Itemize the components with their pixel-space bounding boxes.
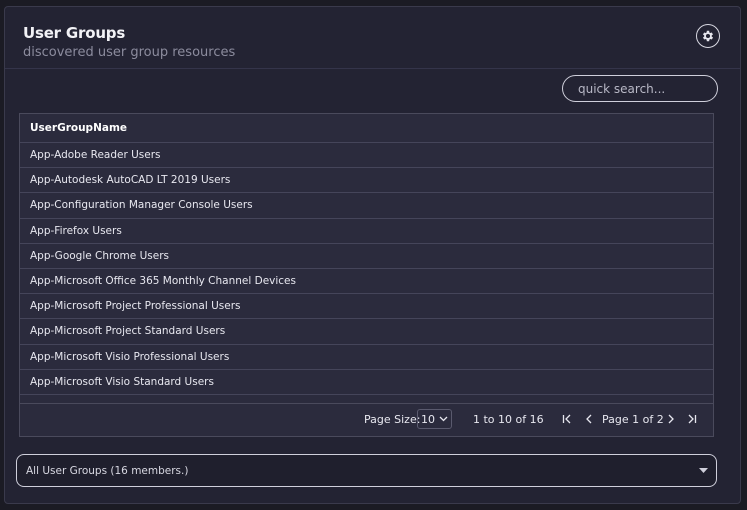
table-row[interactable]: App-Microsoft Visio Standard Users — [20, 370, 713, 395]
table-row[interactable]: App-Adobe Reader Users — [20, 143, 713, 169]
quick-search-input[interactable] — [562, 75, 718, 102]
chevron-left-icon — [586, 414, 592, 424]
table-row[interactable]: App-Firefox Users — [20, 219, 713, 244]
page-range: 1 to 10 of 16 — [473, 413, 544, 426]
chevron-down-icon — [439, 416, 448, 422]
table-row[interactable]: App-Microsoft Visio Professional Users — [20, 345, 713, 370]
prev-page-button[interactable] — [582, 412, 596, 426]
next-page-button[interactable] — [664, 412, 678, 426]
gear-icon — [702, 30, 714, 42]
column-header-usergroupname[interactable]: UserGroupName — [20, 114, 713, 143]
page-subtitle: discovered user group resources — [23, 45, 236, 60]
panel-header: User Groups discovered user group resour… — [5, 7, 740, 69]
page-indicator: Page 1 of 2 — [602, 413, 664, 426]
page-size-value: 10 — [421, 412, 435, 426]
table-row[interactable]: App-Google Chrome Users — [20, 244, 713, 269]
first-page-button[interactable] — [560, 412, 574, 426]
page-size-select[interactable]: 10 — [417, 409, 452, 429]
last-page-button[interactable] — [685, 412, 699, 426]
first-page-icon — [562, 414, 571, 424]
page-title: User Groups — [23, 24, 126, 42]
last-page-icon — [688, 414, 697, 424]
table-row[interactable]: App-Microsoft Office 365 Monthly Channel… — [20, 269, 713, 295]
table-row[interactable]: App-Autodesk AutoCAD LT 2019 Users — [20, 168, 713, 194]
page-size-label: Page Size: — [364, 413, 421, 426]
user-groups-table: UserGroupName App-Adobe Reader Users App… — [19, 113, 714, 437]
table-body: App-Adobe Reader Users App-Autodesk Auto… — [20, 143, 713, 404]
user-group-select-value: All User Groups (16 members.) — [26, 464, 189, 477]
table-row[interactable]: App-Microsoft Project Standard Users — [20, 319, 713, 345]
table-row[interactable]: App-Configuration Manager Console Users — [20, 193, 713, 219]
caret-down-icon — [699, 468, 708, 473]
chevron-right-icon — [668, 414, 674, 424]
table-row[interactable]: App-Microsoft Project Professional Users — [20, 294, 713, 320]
settings-button[interactable] — [696, 24, 720, 48]
user-group-select[interactable]: All User Groups (16 members.) — [16, 454, 717, 487]
pagination-bar: Page Size: 10 1 to 10 of 16 Page 1 of 2 — [20, 403, 713, 436]
